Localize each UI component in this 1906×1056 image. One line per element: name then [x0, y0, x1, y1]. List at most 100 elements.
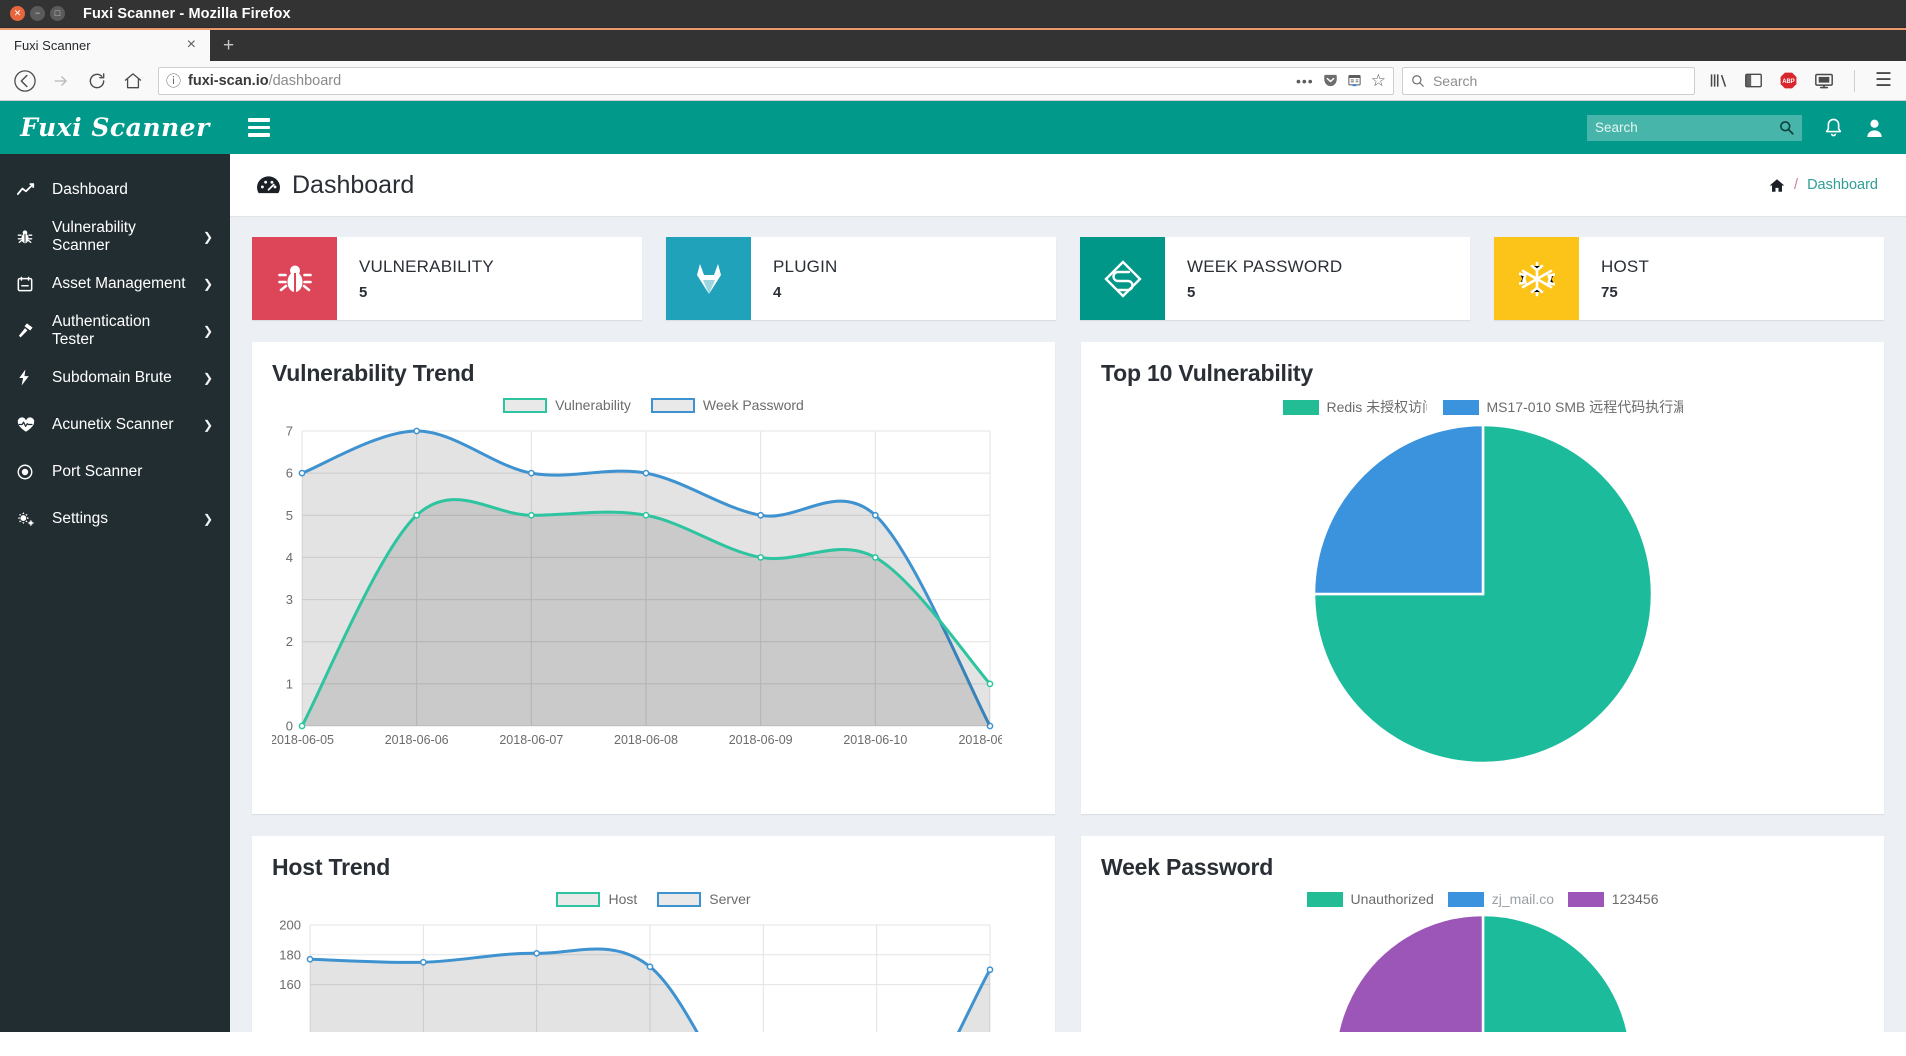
legend-label: Redis 未授权访问: [1326, 399, 1427, 415]
browser-menu-icon[interactable]: ☰: [1875, 69, 1892, 92]
svg-text:2018-06-09: 2018-06-09: [729, 733, 793, 747]
app-search-input[interactable]: Search: [1587, 114, 1802, 141]
legend-item[interactable]: Week Password: [650, 397, 804, 413]
site-info-icon[interactable]: ⓘ: [166, 70, 181, 91]
forward-icon[interactable]: [44, 66, 78, 96]
legend-item[interactable]: 123456: [1567, 891, 1659, 907]
legend-label: zj_mail.com: [1491, 891, 1554, 907]
chevron-right-icon: ❯: [202, 229, 213, 244]
stat-cards-row: VULNERABILITY 5 PLUGIN 4 WEEK PASSWORD 5…: [252, 237, 1884, 320]
home-icon[interactable]: [1769, 178, 1785, 193]
library-icon[interactable]: [1709, 72, 1728, 89]
svg-text:200: 200: [279, 918, 301, 933]
breadcrumb-current[interactable]: Dashboard: [1807, 177, 1878, 193]
week-password-chart[interactable]: [1101, 913, 1864, 1032]
sidebar-item-port-scanner[interactable]: Port Scanner: [0, 448, 230, 495]
bug-icon: [252, 237, 337, 320]
app-container: Fuxi Scanner Dashboard Vulnerability Sca…: [0, 101, 1906, 1032]
sidebar-item-settings[interactable]: Settings ❯: [0, 495, 230, 542]
gem-key-icon: [1080, 237, 1165, 320]
legend-swatch: [1567, 891, 1604, 907]
sidebar-item-subdomain-brute[interactable]: Subdomain Brute ❯: [0, 354, 230, 401]
heartbeat-icon: [17, 416, 39, 433]
new-tab-button[interactable]: +: [210, 35, 247, 57]
panel-top-10-vulnerability: Top 10 Vulnerability Redis 未授权访问 MS17-01…: [1081, 342, 1884, 814]
svg-text:6: 6: [286, 466, 293, 481]
close-icon[interactable]: ×: [183, 37, 200, 53]
page-actions-icon[interactable]: •••: [1296, 73, 1314, 89]
sidebar-item-label: Port Scanner: [52, 462, 143, 480]
svg-text:1: 1: [286, 676, 293, 691]
sidebar-item-asset-management[interactable]: Asset Management ❯: [0, 260, 230, 307]
home-icon[interactable]: [116, 66, 150, 96]
url-bar[interactable]: ⓘ fuxi-scan.io/dashboard ••• ☆: [158, 66, 1394, 95]
bookmark-star-icon[interactable]: ☆: [1371, 71, 1386, 91]
browser-search-input[interactable]: Search: [1401, 66, 1695, 95]
dot-circle-icon: [17, 464, 39, 480]
vulnerability-trend-chart[interactable]: 0 1 2 3 4 5 6 7 2018-06-05 2018-06-06 2018-06-07 20…: [272, 421, 1035, 756]
back-icon[interactable]: [8, 66, 42, 96]
pocket-icon[interactable]: [1323, 73, 1338, 88]
legend-swatch: [556, 891, 601, 907]
sidebar-item-dashboard[interactable]: Dashboard: [0, 166, 230, 213]
toolbar-divider: [1853, 69, 1855, 92]
legend-item[interactable]: Host: [556, 891, 637, 907]
svg-text:4: 4: [286, 550, 293, 565]
chart-line-icon: [17, 182, 39, 197]
svg-text:2018-06-11: 2018-06-11: [958, 733, 1002, 747]
host-trend-chart[interactable]: 160 180 200: [272, 915, 1035, 1032]
window-close-button[interactable]: ✕: [10, 6, 25, 21]
svg-text:7: 7: [286, 424, 293, 439]
legend-item[interactable]: Redis 未授权访问: [1282, 397, 1427, 417]
reload-icon[interactable]: [80, 66, 114, 96]
panel-title: Top 10 Vulnerability: [1101, 360, 1313, 386]
window-title: Fuxi Scanner - Mozilla Firefox: [83, 5, 291, 22]
legend-swatch: [657, 891, 702, 907]
browser-tab[interactable]: Fuxi Scanner ×: [0, 29, 210, 61]
legend-item[interactable]: zj_mail.com: [1447, 891, 1554, 907]
search-icon[interactable]: [1779, 120, 1794, 135]
sidebar-item-label: Subdomain Brute: [52, 368, 172, 386]
legend-item[interactable]: Server: [657, 891, 751, 907]
window-maximize-button[interactable]: □: [50, 6, 65, 21]
adblock-plus-icon[interactable]: ABP: [1779, 71, 1798, 90]
sidebar-toggle-button[interactable]: [248, 118, 270, 137]
legend-label: Vulnerability: [555, 397, 631, 413]
sidebar: Fuxi Scanner Dashboard Vulnerability Sca…: [0, 101, 230, 1032]
user-avatar-icon[interactable]: [1865, 118, 1884, 138]
chevron-right-icon: ❯: [202, 323, 213, 338]
svg-text:2018-06-08: 2018-06-08: [614, 733, 678, 747]
stat-card-plugin[interactable]: PLUGIN 4: [666, 237, 1056, 320]
legend-item[interactable]: Unauthorized: [1306, 891, 1434, 907]
sidebar-item-acunetix-scanner[interactable]: Acunetix Scanner ❯: [0, 401, 230, 448]
window-minimize-button[interactable]: −: [30, 6, 45, 21]
legend-item[interactable]: Vulnerability: [503, 397, 631, 413]
stat-card-vulnerability[interactable]: VULNERABILITY 5: [252, 237, 642, 320]
top-10-vulnerability-chart[interactable]: [1101, 423, 1864, 765]
brand-logo[interactable]: Fuxi Scanner: [0, 101, 230, 154]
sidebar-item-label: Authentication Tester: [52, 312, 151, 348]
page-header: Dashboard / Dashboard: [230, 154, 1906, 217]
screenshot-icon[interactable]: [1814, 72, 1834, 90]
legend-item[interactable]: MS17-010 SMB 远程代码执行漏洞: [1442, 397, 1683, 417]
legend-label: MS17-010 SMB 远程代码执行漏洞: [1486, 399, 1683, 415]
stat-card-host[interactable]: HOST 75: [1494, 237, 1884, 320]
panel-host-trend: Host Trend Host Server 160 180 200: [252, 836, 1055, 1032]
notifications-bell-icon[interactable]: [1824, 118, 1843, 138]
svg-text:180: 180: [279, 947, 301, 962]
page-title-text: Dashboard: [292, 170, 415, 199]
stat-card-week-password[interactable]: WEEK PASSWORD 5: [1080, 237, 1470, 320]
gitlab-fox-icon: [666, 237, 751, 320]
stat-card-value: 75: [1601, 283, 1618, 301]
chevron-right-icon: ❯: [202, 276, 213, 291]
panel-title: Host Trend: [272, 854, 391, 880]
hammer-icon: [17, 322, 39, 339]
panel-vulnerability-trend: Vulnerability Trend Vulnerability Week P…: [252, 342, 1055, 814]
sidebar-item-authentication-tester[interactable]: Authentication Tester ❯: [0, 307, 230, 354]
legend-swatch: [503, 397, 548, 413]
sidebar-item-vulnerability-scanner[interactable]: Vulnerability Scanner ❯: [0, 213, 230, 260]
reader-icon[interactable]: [1347, 73, 1362, 88]
sidebar-icon[interactable]: [1744, 72, 1763, 89]
window-controls: ✕ − □: [10, 6, 65, 21]
sidebar-item-label: Asset Management: [52, 274, 186, 292]
